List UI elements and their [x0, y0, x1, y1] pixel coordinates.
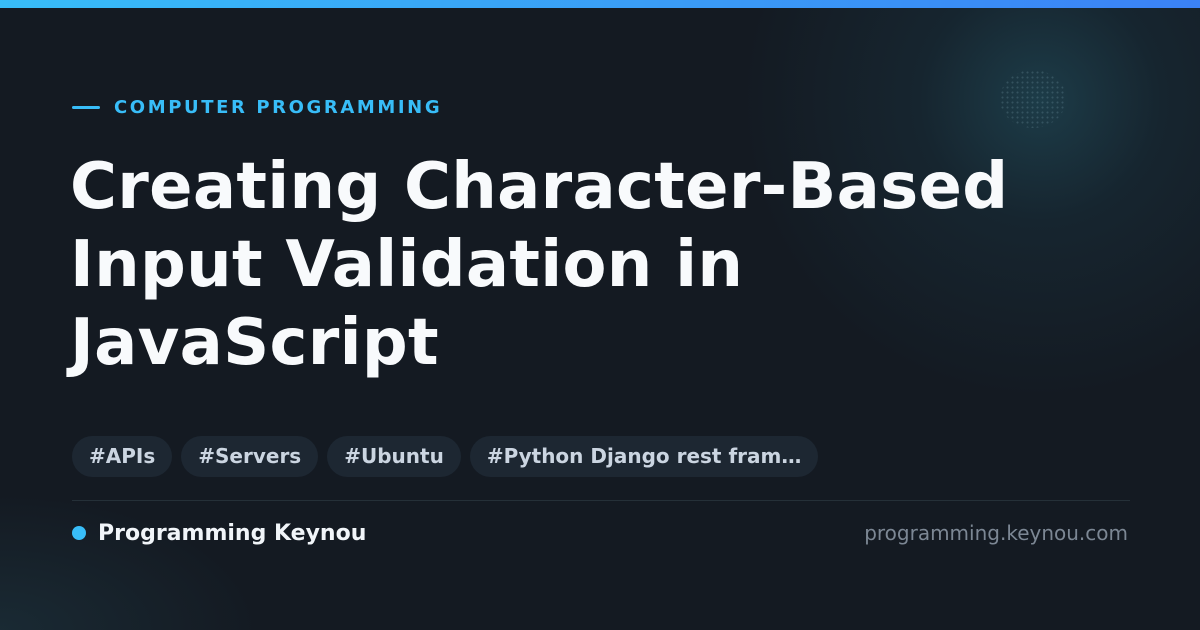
brand-dot-icon — [72, 526, 86, 540]
tag-list: #APIs #Servers #Ubuntu #Python Django re… — [72, 436, 819, 477]
category-label: COMPUTER PROGRAMMING — [72, 94, 442, 120]
dot-pattern-decoration — [1000, 70, 1066, 128]
footer-divider — [72, 500, 1130, 501]
brand-name: Programming Keynou — [98, 520, 367, 546]
tag-chip[interactable]: #Ubuntu — [327, 436, 461, 477]
category-text: COMPUTER PROGRAMMING — [114, 96, 443, 118]
article-title: Creating Character-Based Input Validatio… — [70, 150, 1009, 380]
brand: Programming Keynou — [72, 518, 366, 548]
tag-chip[interactable]: #APIs — [72, 436, 173, 477]
social-card: COMPUTER PROGRAMMING Creating Character-… — [0, 0, 1200, 630]
tag-chip[interactable]: #Servers — [181, 436, 319, 477]
accent-bar — [0, 0, 1200, 8]
category-dash-icon — [72, 105, 100, 109]
tag-chip[interactable]: #Python Django rest fram… — [469, 436, 819, 477]
site-domain[interactable]: programming.keynou.com — [864, 518, 1128, 548]
